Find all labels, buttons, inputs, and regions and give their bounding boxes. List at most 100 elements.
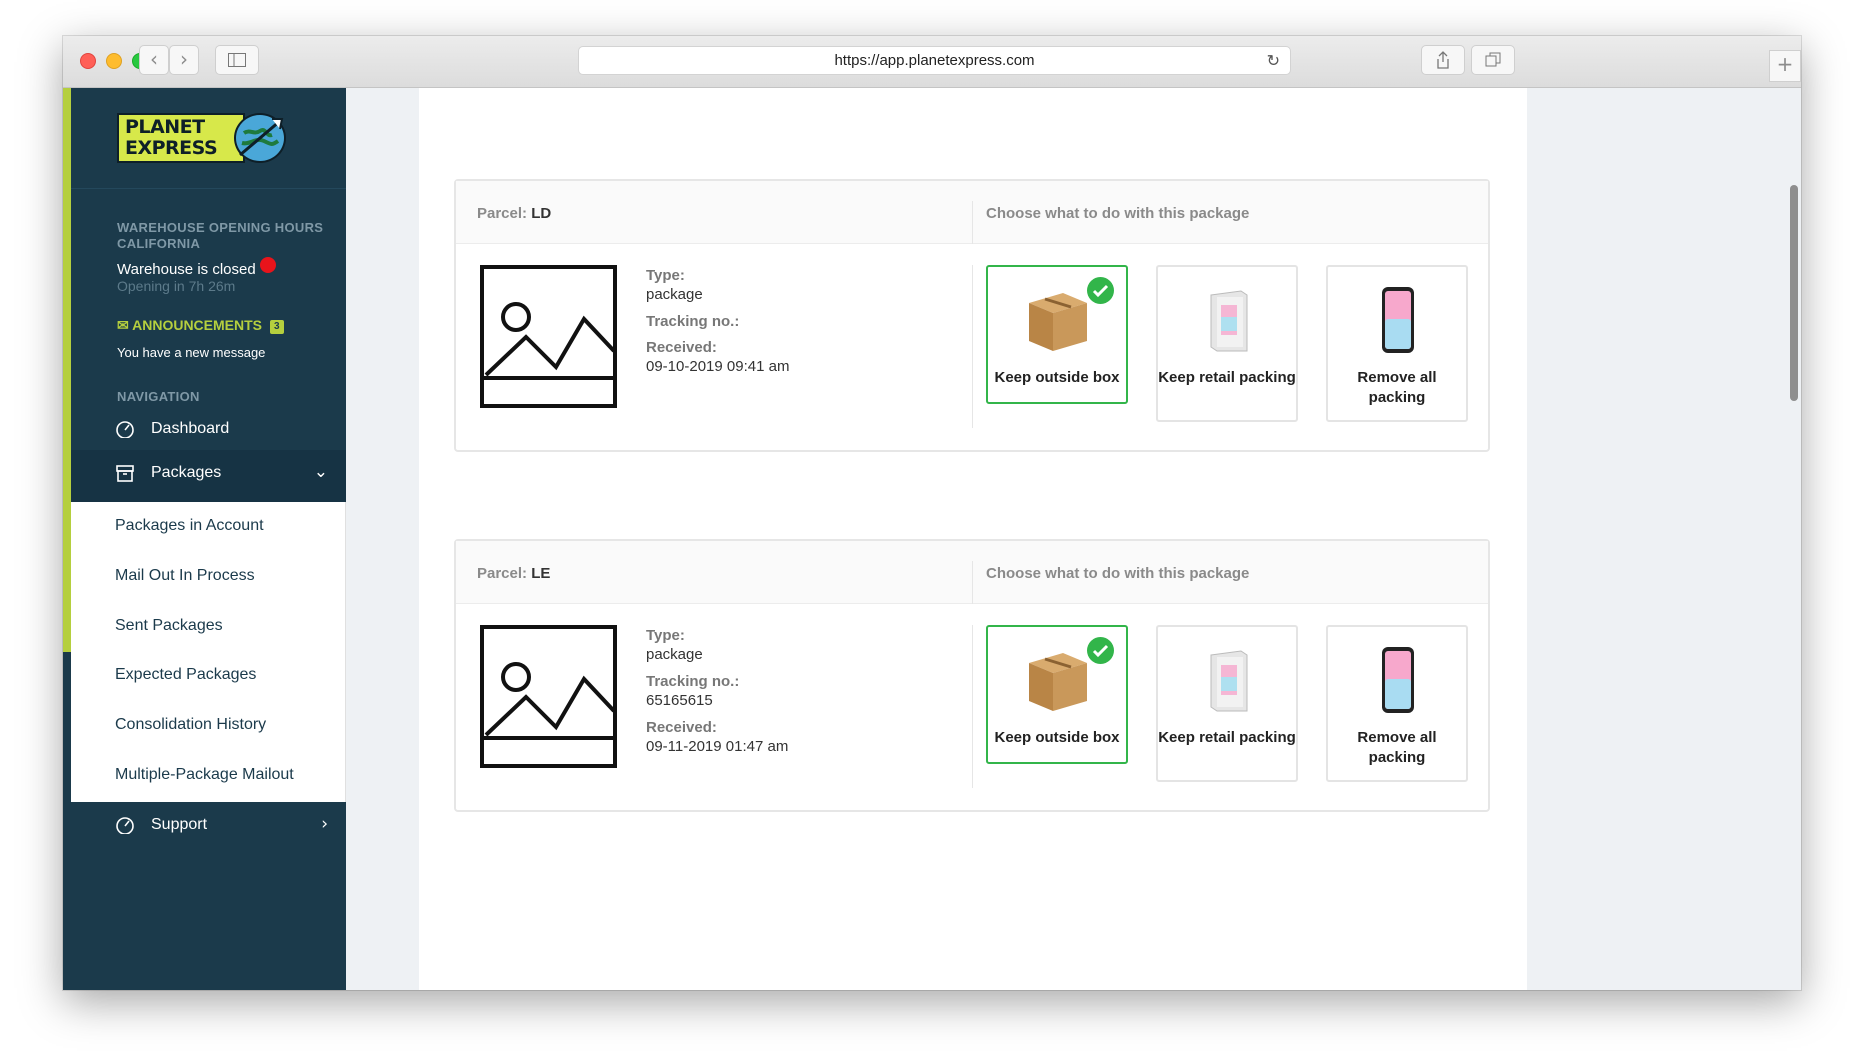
choose-action-label: Choose what to do with this package xyxy=(986,205,1250,222)
nav-support[interactable]: Support › xyxy=(71,802,346,850)
browser-window: ‹ › https://app.planetexpress.com ↻ + PL… xyxy=(63,36,1801,990)
tracking-label: Tracking no.: xyxy=(646,313,739,330)
received-value: 09-11-2019 01:47 am xyxy=(646,738,789,755)
sidebar-divider xyxy=(71,188,346,189)
received-value: 09-10-2019 09:41 am xyxy=(646,358,790,375)
support-icon xyxy=(116,817,134,834)
logo-line-1: PLANET xyxy=(125,116,205,138)
parcel-header: Parcel: LE Choose what to do with this p… xyxy=(456,541,1488,604)
type-value: package xyxy=(646,286,703,303)
hours-label: WAREHOUSE OPENING HOURS xyxy=(117,220,324,235)
type-label-text: Type: xyxy=(646,267,685,284)
nav-support-label: Support xyxy=(151,816,208,833)
cardboard-box-icon xyxy=(1029,293,1087,351)
tracking-label: Tracking no.: xyxy=(646,673,739,690)
opening-countdown: Opening in 7h 26m xyxy=(117,278,236,294)
header-divider xyxy=(972,201,973,244)
nav-packages[interactable]: Packages ⌄ xyxy=(71,450,346,502)
dashboard-icon xyxy=(116,421,134,438)
nav-dashboard[interactable]: Dashboard xyxy=(71,406,346,454)
choose-action-label: Choose what to do with this package xyxy=(986,565,1250,582)
announcement-message[interactable]: You have a new message xyxy=(117,345,265,360)
parcel-card: Parcel: LD Choose what to do with this p… xyxy=(454,179,1490,452)
sidebar-accent-bar xyxy=(63,88,71,652)
new-tab-icon[interactable]: + xyxy=(1769,50,1801,82)
planet-express-logo[interactable]: PLANET EXPRESS xyxy=(117,113,295,165)
option-keep-outside-box[interactable]: Keep outside box xyxy=(986,625,1128,764)
phone-icon xyxy=(1382,287,1414,353)
tracking-label-text: Tracking no.: xyxy=(646,313,740,330)
checkmark-icon xyxy=(1087,277,1114,304)
browser-toolbar: ‹ › https://app.planetexpress.com ↻ + xyxy=(63,36,1801,88)
url-text: https://app.planetexpress.com xyxy=(834,52,1035,69)
scrollbar-thumb[interactable] xyxy=(1790,185,1798,401)
subnav-mail-out-in-process[interactable]: Mail Out In Process xyxy=(115,567,255,585)
sidebar-toggle-icon[interactable] xyxy=(215,45,259,75)
option-keep-outside-box[interactable]: Keep outside box xyxy=(986,265,1128,404)
option-keep-retail-packing[interactable]: Keep retail packing xyxy=(1156,265,1298,422)
subnav-packages-in-account[interactable]: Packages in Account xyxy=(115,517,264,535)
subnav-sent-packages[interactable]: Sent Packages xyxy=(115,617,223,635)
close-window-button[interactable] xyxy=(80,53,96,69)
navigation-label: NAVIGATION xyxy=(117,389,200,404)
tracking-label-text: Tracking no.: xyxy=(646,673,740,690)
logo-line-2: EXPRESS xyxy=(125,137,218,159)
hours-location-label: CALIFORNIA xyxy=(117,236,201,251)
minimize-window-button[interactable] xyxy=(106,53,122,69)
announcements-label: ANNOUNCEMENTS xyxy=(132,317,262,333)
globe-icon xyxy=(234,113,286,163)
status-dot-icon xyxy=(259,257,276,273)
share-icon[interactable] xyxy=(1421,45,1465,75)
type-value: package xyxy=(646,646,703,663)
packages-submenu: Packages in Account Mail Out In Process … xyxy=(71,502,346,802)
parcel-header: Parcel: LD Choose what to do with this p… xyxy=(456,181,1488,244)
received-label: Received: xyxy=(646,719,717,736)
image-placeholder-icon[interactable] xyxy=(480,625,617,768)
reload-icon[interactable]: ↻ xyxy=(1267,47,1280,74)
chevron-right-icon: › xyxy=(321,814,328,834)
option-label: Keep retail packing xyxy=(1158,369,1296,386)
option-label: Keep outside box xyxy=(994,369,1120,386)
retail-box-icon xyxy=(1210,290,1248,352)
option-label: Remove all packing xyxy=(1357,729,1437,766)
warehouse-status-text: Warehouse is closed xyxy=(117,261,256,278)
announcements-link[interactable]: ✉ ANNOUNCEMENTS 3 xyxy=(117,317,284,334)
nav-dashboard-label: Dashboard xyxy=(151,420,230,437)
forward-icon[interactable]: › xyxy=(169,45,199,75)
body-divider xyxy=(972,265,973,428)
checkmark-icon xyxy=(1087,637,1114,664)
tabs-icon[interactable] xyxy=(1471,45,1515,75)
parcel-card: Parcel: LE Choose what to do with this p… xyxy=(454,539,1490,812)
parcel-title: Parcel: LE xyxy=(477,565,550,582)
parcel-title-prefix: Parcel: xyxy=(477,565,528,582)
announcements-count-badge: 3 xyxy=(270,320,284,334)
cardboard-box-icon xyxy=(1029,653,1087,711)
subnav-consolidation-history[interactable]: Consolidation History xyxy=(115,716,266,734)
phone-icon xyxy=(1382,647,1414,713)
option-keep-retail-packing[interactable]: Keep retail packing xyxy=(1156,625,1298,782)
received-label: Received: xyxy=(646,339,717,356)
address-bar[interactable]: https://app.planetexpress.com ↻ xyxy=(578,46,1291,75)
parcel-title: Parcel: LD xyxy=(477,205,551,222)
option-label: Keep retail packing xyxy=(1158,729,1296,746)
image-placeholder-icon[interactable] xyxy=(480,265,617,408)
chevron-down-icon: ⌄ xyxy=(313,462,328,482)
subnav-expected-packages[interactable]: Expected Packages xyxy=(115,666,256,684)
retail-box-icon xyxy=(1210,650,1248,712)
type-label: Type: xyxy=(646,267,685,284)
received-label-text: Received: xyxy=(646,339,717,356)
option-remove-all-packing[interactable]: Remove all packing xyxy=(1326,625,1468,782)
envelope-icon: ✉ xyxy=(117,317,129,333)
parcel-title-prefix: Parcel: xyxy=(477,205,528,222)
subnav-multiple-package-mailout[interactable]: Multiple-Package Mailout xyxy=(115,766,294,784)
parcel-id: LE xyxy=(531,565,551,582)
option-label: Remove all packing xyxy=(1357,369,1437,406)
option-remove-all-packing[interactable]: Remove all packing xyxy=(1326,265,1468,422)
type-label: Type: xyxy=(646,627,685,644)
body-divider xyxy=(972,625,973,788)
option-label: Keep outside box xyxy=(994,729,1120,746)
back-icon[interactable]: ‹ xyxy=(139,45,169,75)
type-label-text: Type: xyxy=(646,627,685,644)
parcel-id: LD xyxy=(531,205,552,222)
tracking-value: 65165615 xyxy=(646,692,713,709)
